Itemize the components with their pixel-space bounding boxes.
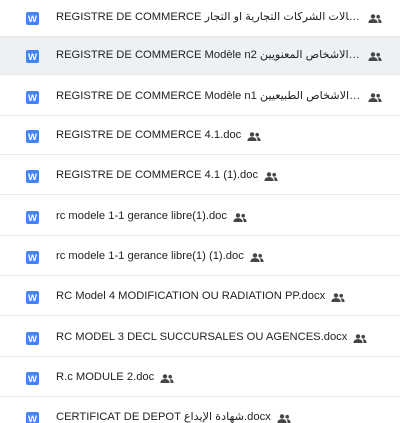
- file-name: REGISTRE DE COMMERCE Modèle n1 لتسجيل ال…: [56, 91, 362, 103]
- file-name: REGISTRE DE COMMERCE لتسجيل فروع أو وكال…: [56, 12, 362, 24]
- file-row[interactable]: W REGISTRE DE COMMERCE Modèle n2 لتسجيل …: [0, 37, 400, 75]
- svg-text:W: W: [28, 14, 37, 25]
- word-doc-icon: W: [26, 49, 39, 63]
- svg-text:W: W: [28, 132, 37, 143]
- file-row[interactable]: W REGISTRE DE COMMERCE 4.1.doc: [0, 117, 400, 155]
- file-row[interactable]: W CERTIFICAT DE DEPÔT شهادة الإيداع.docx: [0, 399, 400, 423]
- file-name: R.c MODULE 2.doc: [56, 372, 155, 384]
- svg-text:W: W: [28, 93, 37, 104]
- file-list: W REGISTRE DE COMMERCE لتسجيل فروع أو وك…: [0, 0, 400, 423]
- word-doc-icon: W: [26, 129, 39, 143]
- file-row[interactable]: W RC MODEL 3 DECL SUCCURSALES OU AGENCES…: [0, 319, 400, 357]
- shared-users-icon: [353, 333, 367, 343]
- file-row[interactable]: W rc modele 1-1 gerance libre(1).doc: [0, 198, 400, 236]
- shared-users-icon: [368, 13, 382, 23]
- word-doc-icon: W: [26, 290, 39, 304]
- shared-users-icon: [247, 131, 261, 141]
- file-name: rc modele 1-1 gerance libre(1) (1).doc: [56, 251, 244, 263]
- svg-text:W: W: [28, 172, 37, 183]
- svg-text:W: W: [28, 414, 37, 423]
- file-name: REGISTRE DE COMMERCE Modèle n2 لتسجيل ال…: [56, 50, 362, 62]
- word-doc-icon: W: [26, 250, 39, 264]
- shared-users-icon: [233, 212, 247, 222]
- word-doc-icon: W: [26, 169, 39, 183]
- shared-users-icon: [264, 171, 278, 181]
- file-name: RC MODEL 3 DECL SUCCURSALES OU AGENCES.d…: [56, 332, 348, 344]
- file-row[interactable]: W REGISTRE DE COMMERCE Modèle n1 لتسجيل …: [0, 78, 400, 116]
- svg-text:W: W: [28, 253, 37, 264]
- word-doc-icon: W: [26, 331, 39, 345]
- file-name: CERTIFICAT DE DEPÔT شهادة الإيداع.docx: [56, 412, 271, 423]
- svg-text:W: W: [28, 374, 37, 385]
- file-name: rc modele 1-1 gerance libre(1).doc: [56, 211, 228, 223]
- word-doc-icon: W: [26, 411, 39, 423]
- file-name: RC Model 4 MODIFICATION OU RADIATION PP.…: [56, 291, 326, 303]
- file-row[interactable]: W REGISTRE DE COMMERCE 4.1 (1).doc: [0, 157, 400, 195]
- shared-users-icon: [368, 51, 382, 61]
- file-name: REGISTRE DE COMMERCE 4.1.doc: [56, 130, 242, 142]
- word-doc-icon: W: [26, 371, 39, 385]
- word-doc-icon: W: [26, 210, 39, 224]
- file-row[interactable]: W R.c MODULE 2.doc: [0, 359, 400, 397]
- svg-text:W: W: [28, 52, 37, 63]
- shared-users-icon: [250, 252, 264, 262]
- shared-users-icon: [277, 413, 291, 423]
- shared-users-icon: [331, 292, 345, 302]
- svg-text:W: W: [28, 213, 37, 224]
- shared-users-icon: [160, 373, 174, 383]
- word-doc-icon: W: [26, 11, 39, 25]
- file-row[interactable]: W RC Model 4 MODIFICATION OU RADIATION P…: [0, 278, 400, 316]
- file-row[interactable]: W REGISTRE DE COMMERCE لتسجيل فروع أو وك…: [0, 0, 400, 37]
- file-name: REGISTRE DE COMMERCE 4.1 (1).doc: [56, 170, 259, 182]
- svg-text:W: W: [28, 334, 37, 345]
- word-doc-icon: W: [26, 90, 39, 104]
- svg-text:W: W: [28, 293, 37, 304]
- shared-users-icon: [368, 92, 382, 102]
- file-row[interactable]: W rc modele 1-1 gerance libre(1) (1).doc: [0, 238, 400, 276]
